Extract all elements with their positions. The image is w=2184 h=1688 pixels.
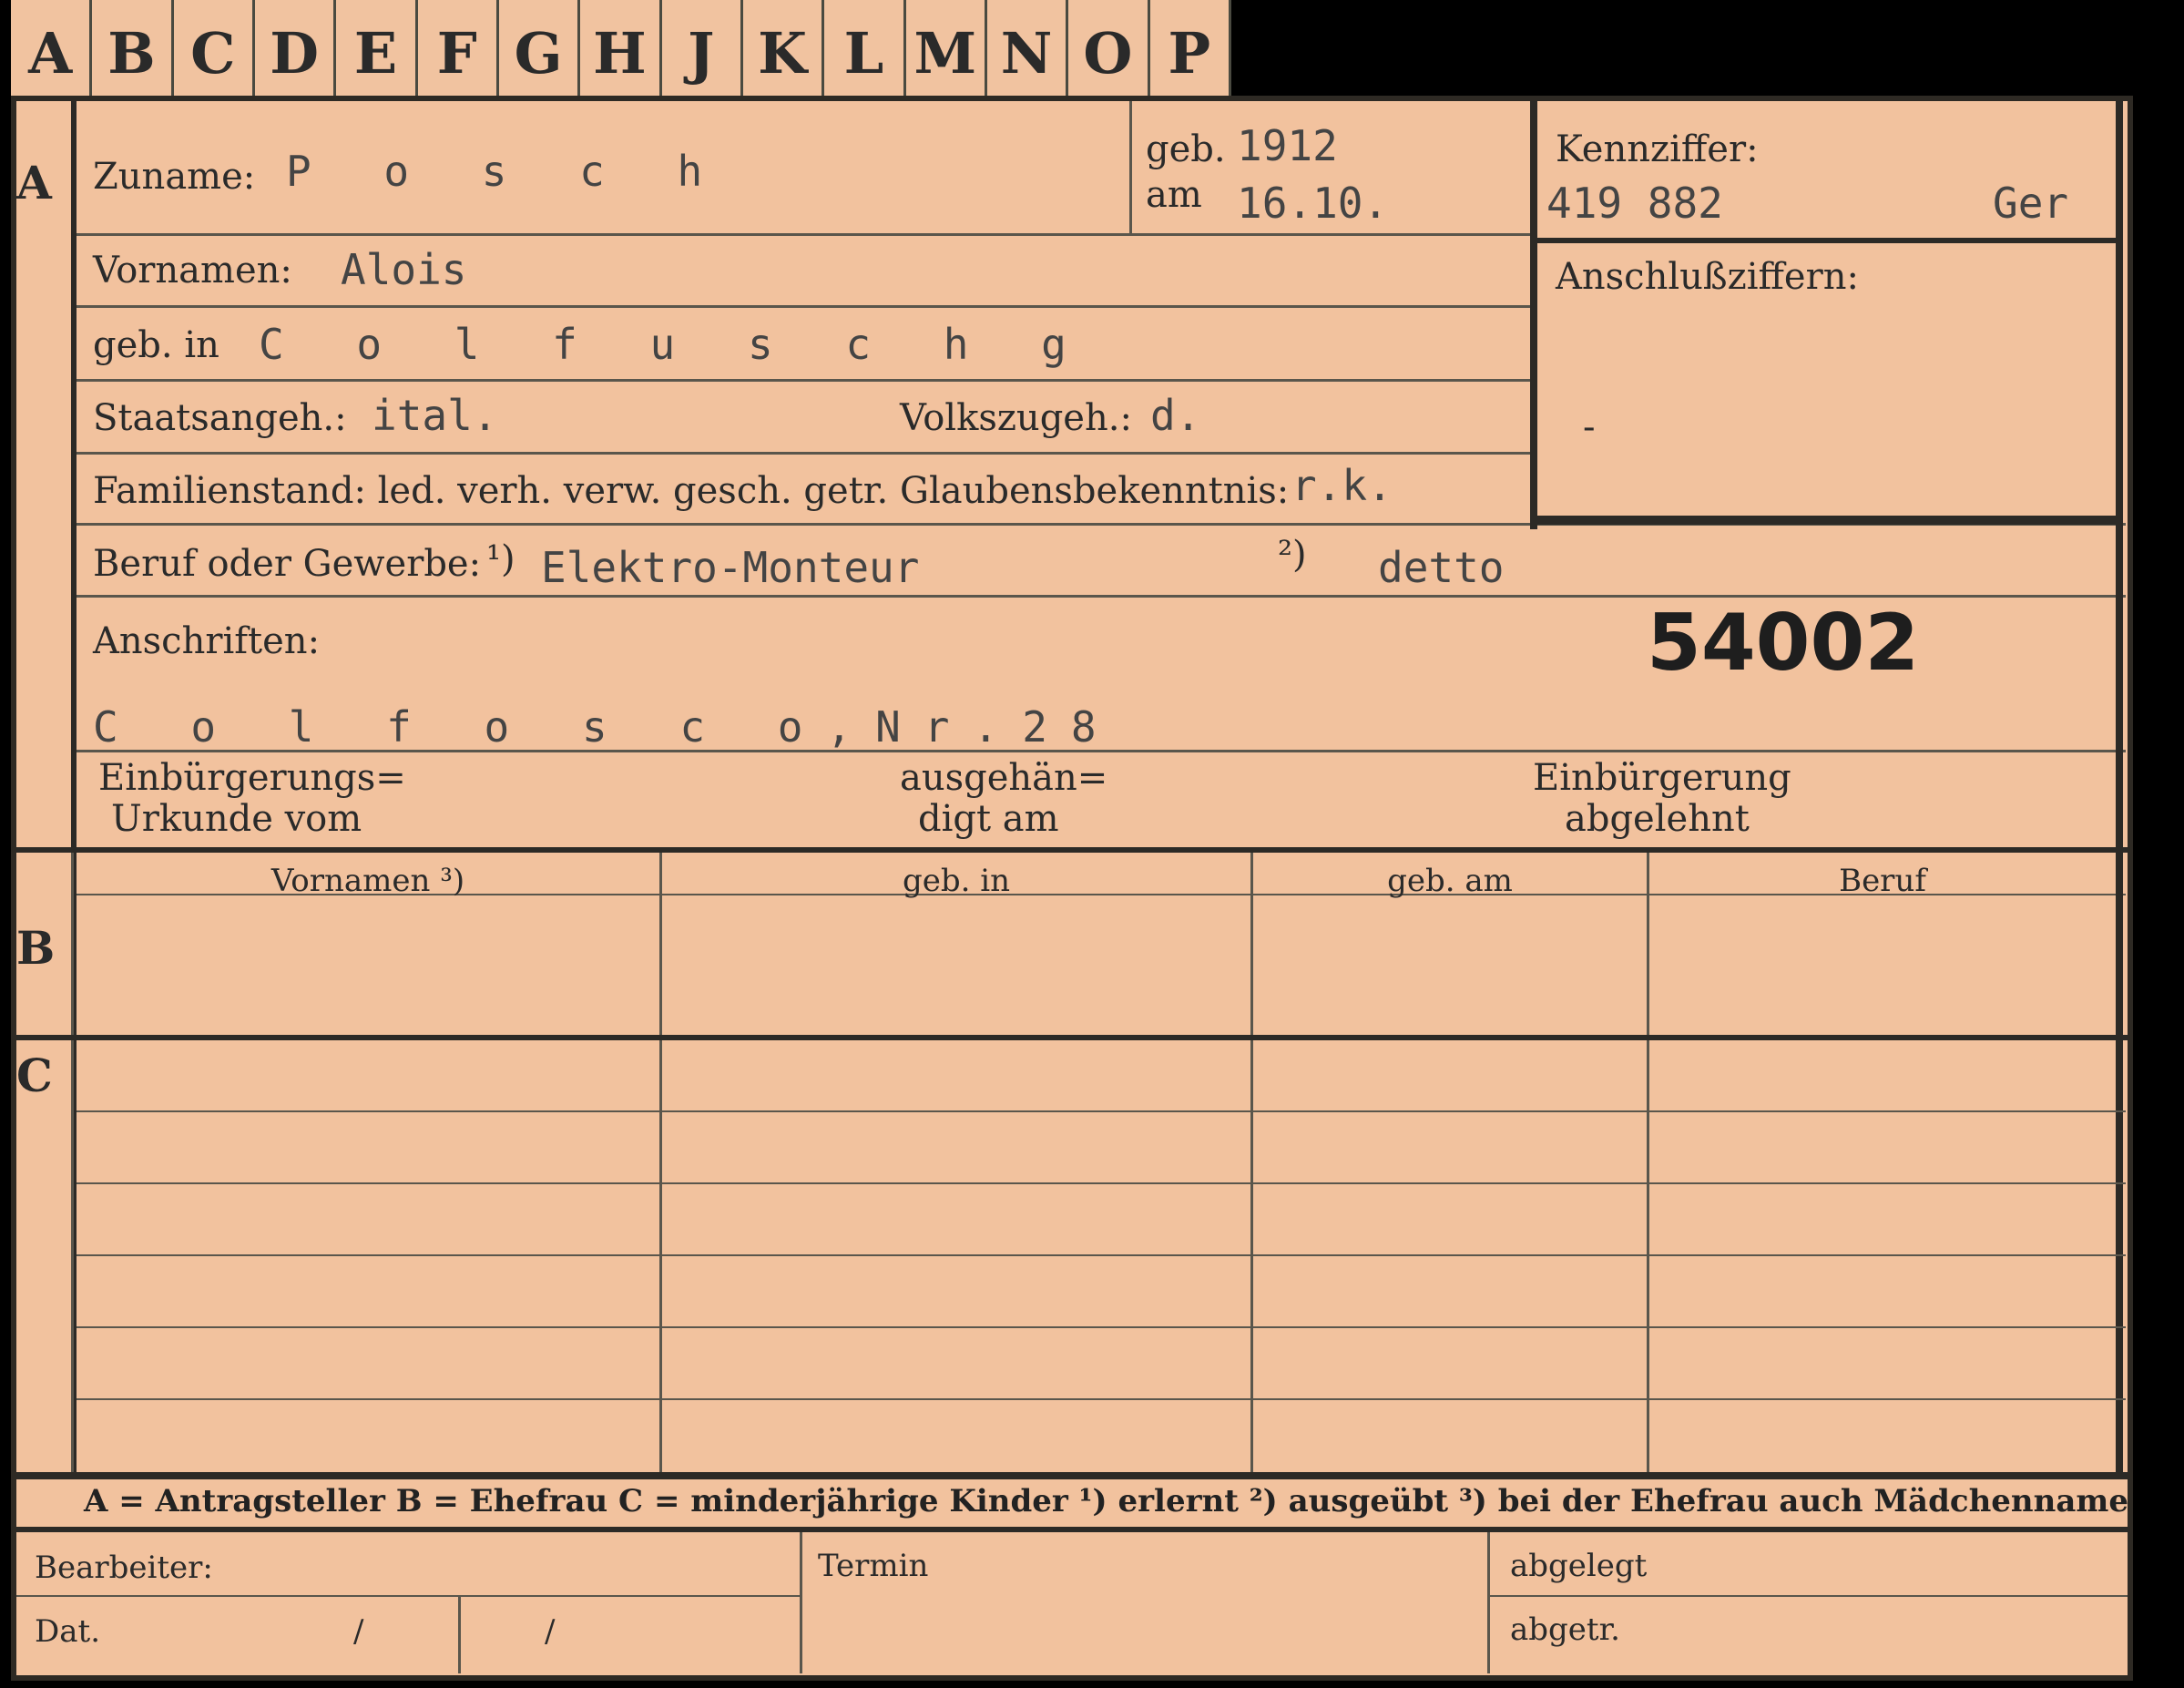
citizenship-value: ital. (372, 391, 498, 440)
right-border (2116, 529, 2123, 1477)
birth-year: 1912 (1237, 121, 1338, 170)
table-left-rule (71, 853, 74, 1477)
legend-top-border (16, 1472, 2128, 1479)
religion-label: Glaubensbekenntnis: (900, 470, 1290, 512)
alphabet-tab[interactable]: M (906, 0, 987, 106)
table-row-rule (77, 1110, 2126, 1112)
occupation-learned: Elektro-Monteur (541, 543, 920, 592)
date-slash-2: / (545, 1613, 556, 1650)
rule (1129, 101, 1132, 233)
religion-value: r.k. (1291, 461, 1393, 510)
id-box-right-border (2116, 101, 2123, 529)
rule (77, 452, 1534, 455)
handed-label-2: digt am (918, 798, 1059, 840)
alphabet-tab[interactable]: D (255, 0, 337, 106)
code-suffix: Ger (1993, 179, 2069, 228)
filed-label: abgelegt (1510, 1548, 1648, 1584)
alphabet-tab[interactable]: F (418, 0, 499, 106)
table-col-rule (659, 853, 662, 1477)
footer-col-rule (458, 1595, 461, 1673)
legend-bottom-border (16, 1527, 2128, 1532)
citizenship-label: Staatsangeh.: (93, 397, 347, 439)
first-names-value: Alois (341, 245, 467, 294)
table-row-rule (77, 1254, 2126, 1256)
birth-date: 16.10. (1237, 179, 1389, 228)
family-status-label: Familienstand: led. verh. verw. gesch. g… (93, 470, 889, 512)
first-names-label: Vornamen: (93, 250, 292, 292)
legend-text: A = Antragsteller B = Ehefrau C = minder… (84, 1483, 2128, 1519)
table-header-first-names: Vornamen ³) (270, 863, 465, 899)
rule (77, 233, 1534, 236)
naturalization-label-2: Urkunde vom (111, 798, 362, 840)
table-header-birthdate: geb. am (1387, 863, 1513, 899)
processor-label: Bearbeiter: (35, 1550, 213, 1586)
connect-mark: - (1583, 406, 1596, 448)
footer-col-rule (800, 1532, 802, 1673)
table-col-rule (1250, 853, 1253, 1477)
born-on-label: am (1146, 174, 1202, 216)
alphabet-tab[interactable]: J (662, 0, 743, 106)
code-label: Kennziffer: (1556, 128, 1759, 170)
table-row-rule (77, 1182, 2126, 1184)
birthplace-value: C o l f u s c h g (259, 320, 1090, 369)
section-divider (16, 847, 2128, 853)
alphabet-tab-strip: ABCDEFGHJKLMNOP (11, 0, 1231, 109)
alphabet-tab[interactable]: A (11, 0, 93, 106)
rule (77, 379, 1534, 382)
alphabet-tab[interactable]: K (743, 0, 825, 106)
occupation-marker-1: ¹) (486, 538, 515, 580)
occupation-marker-2: ²) (1278, 534, 1307, 576)
birthplace-label: geb. in (93, 324, 219, 366)
connect-label: Anschlußziffern: (1556, 256, 1859, 298)
footer-row-rule (16, 1595, 800, 1597)
alphabet-tab[interactable]: B (92, 0, 174, 106)
table-col-rule (1647, 853, 1649, 1477)
removed-label: abgetr. (1510, 1611, 1620, 1648)
addresses-label: Anschriften: (93, 620, 321, 662)
table-row-rule (77, 1326, 2126, 1328)
footer-row-rule (1490, 1595, 2128, 1597)
handed-label-1: ausgehän= (900, 757, 1108, 799)
surname-value: P o s c h (286, 147, 727, 196)
rule (77, 305, 1534, 308)
alphabet-tab[interactable]: P (1150, 0, 1231, 106)
alphabet-tab[interactable]: C (174, 0, 255, 106)
registration-card: A B C Zuname: P o s c h geb. am 1912 16.… (11, 96, 2133, 1681)
footer-col-rule (1487, 1532, 1490, 1673)
file-number: 54002 (1647, 598, 1920, 689)
id-box-divider (1530, 238, 2122, 243)
section-b-marker: B (16, 921, 56, 975)
alphabet-tab[interactable]: E (336, 0, 418, 106)
section-c-marker: C (16, 1049, 53, 1102)
table-header-occupation: Beruf (1839, 863, 1926, 899)
address-value: C o l f o s c o,Nr.28 (93, 702, 1120, 752)
alphabet-tab[interactable]: N (987, 0, 1069, 106)
occupation-label: Beruf oder Gewerbe: (93, 543, 482, 585)
alphabet-tab[interactable]: O (1068, 0, 1150, 106)
alphabet-tab[interactable]: L (824, 0, 906, 106)
naturalization-label-1: Einbürgerungs= (98, 757, 406, 799)
id-box-left-border (1530, 101, 1537, 529)
ethnicity-label: Volkszugeh.: (900, 397, 1132, 439)
alphabet-tab[interactable]: G (499, 0, 581, 106)
refused-label-1: Einbürgerung (1533, 757, 1791, 799)
alphabet-tab[interactable]: H (580, 0, 662, 106)
table-row-rule (77, 1398, 2126, 1400)
code-value: 419 882 (1546, 179, 1723, 228)
refused-label-2: abgelehnt (1565, 798, 1750, 840)
section-a-marker: A (16, 156, 52, 210)
ethnicity-value: d. (1150, 391, 1201, 440)
surname-label: Zuname: (93, 156, 256, 198)
table-header-birthplace: geb. in (902, 863, 1011, 899)
occupation-practiced: detto (1378, 543, 1505, 592)
date-label: Dat. (35, 1613, 101, 1650)
born-label: geb. (1146, 128, 1226, 170)
term-label: Termin (818, 1548, 929, 1584)
id-box-bottom-border (1530, 516, 2122, 525)
section-divider (16, 1035, 2128, 1040)
date-slash-1: / (353, 1613, 364, 1650)
